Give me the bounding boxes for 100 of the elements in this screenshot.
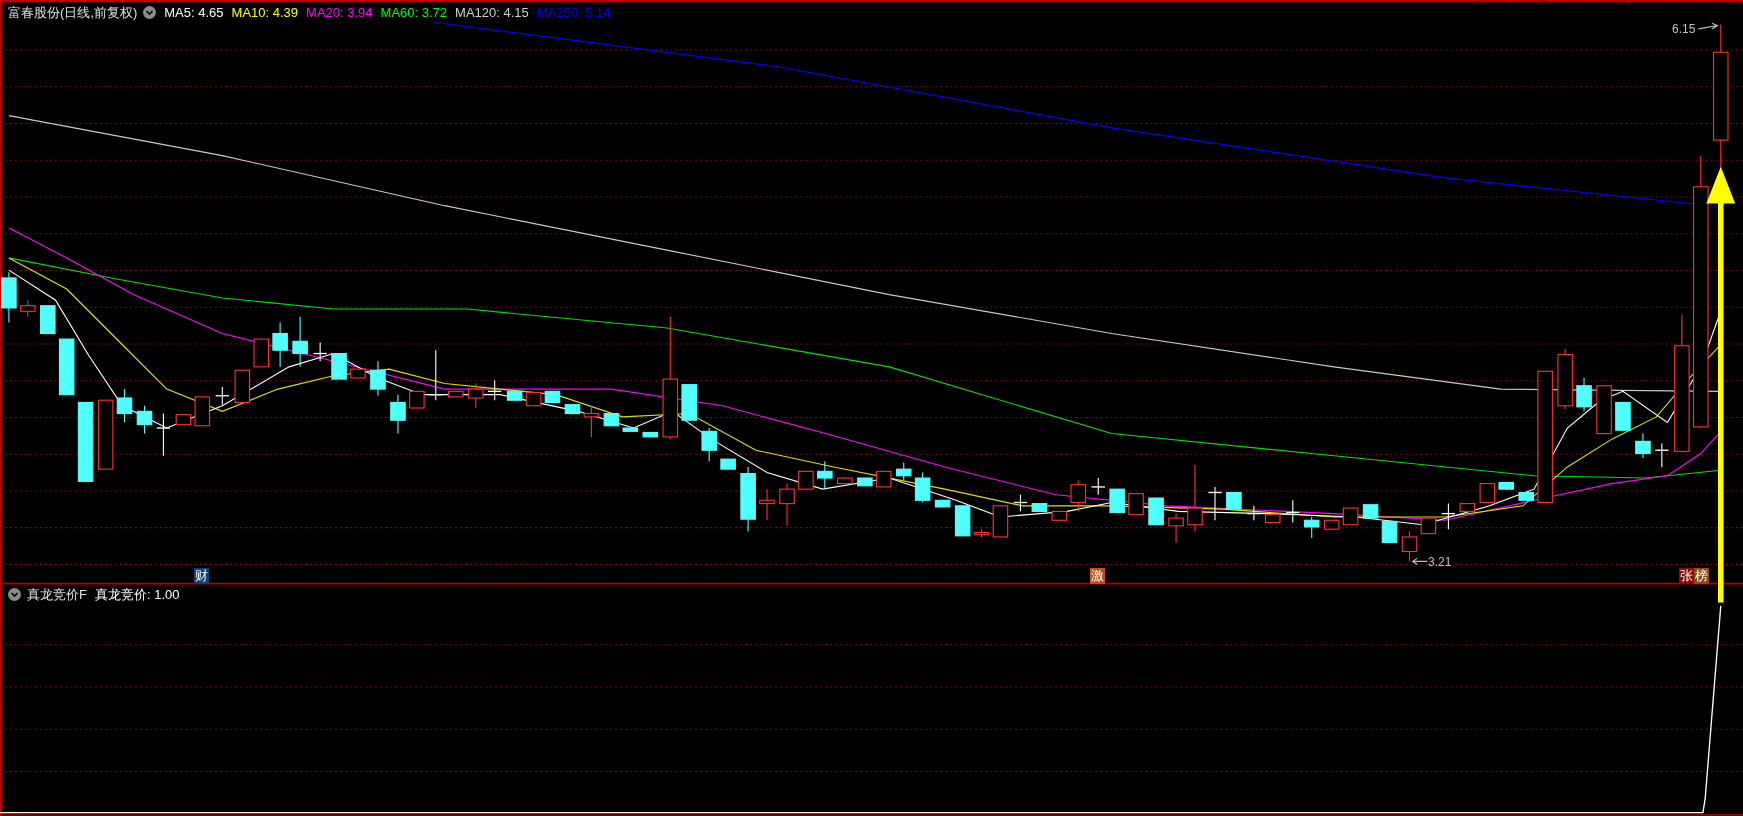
candlestick (1285, 499, 1301, 524)
arrow-icon (1698, 22, 1719, 30)
candlestick (1090, 477, 1106, 496)
candlestick (175, 414, 192, 426)
indicator-title: 真龙竞价F (27, 586, 87, 604)
candlestick (1303, 516, 1320, 539)
candlestick (1498, 481, 1514, 490)
price-label: 3.21 (1428, 554, 1452, 571)
candlestick (428, 349, 444, 401)
candlestick (992, 505, 1009, 538)
candlestick (875, 470, 892, 488)
candlestick (1342, 507, 1359, 526)
candlestick (1187, 464, 1203, 532)
candlestick (468, 383, 484, 409)
candlestick (97, 399, 114, 470)
indicator-value: MA60: 3.72 (380, 4, 448, 22)
signal-marker: 张 (1679, 568, 1694, 584)
indicator-value: MA250: 5.14 (536, 4, 611, 22)
candlestick (312, 341, 328, 362)
indicator-value: MA10: 4.39 (231, 4, 299, 22)
candlestick (798, 470, 814, 490)
candlestick (1246, 505, 1262, 521)
candlestick (817, 460, 833, 490)
candlestick (1479, 483, 1496, 504)
candlestick (1, 271, 17, 323)
candlestick (1381, 520, 1398, 544)
candlestick (506, 390, 523, 401)
candlestick (1148, 497, 1164, 526)
candlestick (156, 413, 171, 457)
candlestick (740, 466, 756, 532)
candlestick (350, 368, 366, 379)
candlestick (136, 405, 153, 435)
candlestick (58, 338, 75, 396)
candlestick (1207, 486, 1223, 521)
candlestick (934, 499, 951, 508)
candlestick (564, 404, 581, 415)
candlestick (447, 390, 464, 398)
candlestick (720, 458, 736, 470)
candlestick (857, 477, 873, 487)
chart-title: 富春股份(日线,前复权) (8, 4, 138, 22)
candlestick (1226, 491, 1242, 510)
candlestick (1168, 513, 1184, 544)
candlestick (544, 390, 561, 403)
candlestick (525, 391, 542, 407)
candlestick (642, 431, 659, 438)
candlestick (292, 316, 308, 368)
candlestick (253, 338, 269, 368)
candlestick (409, 390, 425, 409)
candlestick (681, 384, 697, 421)
candlestick (914, 471, 931, 504)
candlestick (234, 369, 251, 403)
candlestick (895, 461, 912, 481)
candlestick (1128, 493, 1144, 516)
arrow-icon (1411, 557, 1428, 566)
candlestick (1596, 385, 1612, 435)
candlestick (1323, 519, 1340, 530)
indicator-value: MA20: 3.94 (306, 4, 373, 22)
candlestick (20, 299, 36, 318)
candlestick (194, 396, 211, 427)
candlestick (1459, 503, 1476, 512)
candlestick (837, 477, 853, 485)
candlestick (1401, 530, 1418, 562)
candlestick (1557, 348, 1573, 410)
dropdown-icon[interactable] (143, 6, 157, 20)
candlestick (1518, 491, 1534, 501)
candlestick (1615, 401, 1631, 431)
candlestick (622, 427, 639, 432)
candlestick (40, 305, 56, 335)
candlestick (1070, 479, 1087, 512)
signal-marker: 财 (194, 568, 209, 584)
candlestick (1441, 503, 1456, 530)
candlestick (1635, 433, 1651, 459)
candlestick (1031, 503, 1048, 512)
candlestick (272, 321, 288, 368)
indicator-value: 真龙竞价: 1.00 (94, 586, 180, 604)
candlestick (1576, 377, 1592, 412)
candlestick (215, 386, 230, 406)
signal-marker: 激 (1090, 568, 1105, 584)
candlestick (487, 379, 502, 401)
indicator-value: MA5: 4.65 (164, 4, 224, 22)
candlestick (370, 360, 386, 397)
candlestick (390, 394, 406, 435)
candlestick (701, 427, 717, 462)
price-label: 6.15 (1672, 21, 1696, 38)
signal-marker: 榜 (1694, 568, 1709, 584)
candlestick (954, 505, 971, 537)
candlestick (1362, 504, 1379, 519)
candlestick (779, 483, 795, 527)
dropdown-icon[interactable] (8, 588, 21, 602)
candlestick (1265, 514, 1281, 524)
candlestick (1013, 494, 1028, 512)
candlestick (583, 405, 600, 438)
indicator-value: MA120: 4.15 (455, 4, 529, 22)
candlestick (759, 488, 775, 521)
candlestick (973, 528, 990, 538)
candlestick (1109, 488, 1125, 514)
candlestick (1051, 510, 1068, 521)
candlestick (331, 352, 347, 380)
candlestick (116, 388, 133, 423)
candlestick (603, 413, 620, 427)
